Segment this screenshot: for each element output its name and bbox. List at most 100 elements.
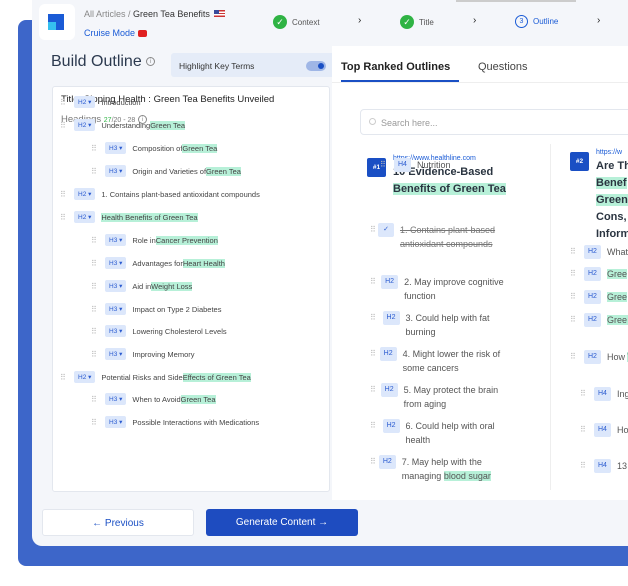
drag-handle-icon[interactable]: ⠿ [91, 350, 105, 359]
tab-questions[interactable]: Questions [478, 61, 528, 73]
drag-handle-icon[interactable]: ⠿ [91, 282, 105, 291]
heading-text[interactable]: When to Avoid [132, 395, 180, 404]
drag-handle-icon[interactable]: ⠿ [91, 144, 105, 153]
heading-text[interactable]: Role in [132, 236, 155, 245]
drag-handle-icon[interactable]: ⠿ [570, 313, 584, 327]
heading-row[interactable]: ⠿ H2 ▾ Potential Risks and Side Effects of… [60, 371, 251, 383]
heading-level-dropdown[interactable]: H3 ▾ [105, 416, 127, 428]
highlight-key-terms-toggle[interactable]: Highlight Key Terms [171, 53, 336, 77]
step-title[interactable]: ✓ Title [400, 15, 434, 29]
drag-handle-icon[interactable]: ⠿ [570, 267, 584, 281]
heading-text[interactable]: Lowering Cholesterol Levels [132, 327, 226, 336]
outline-item[interactable]: ⠿ H2 2. May improve cognitive function [370, 275, 510, 303]
drag-handle-icon[interactable]: ⠿ [91, 305, 105, 314]
toggle-switch[interactable] [306, 61, 326, 71]
drag-handle-icon[interactable]: ⠿ [370, 275, 381, 303]
heading-row[interactable]: ⠿ H2 ▾ Understanding Green Tea [60, 119, 186, 131]
heading-row[interactable]: ⠿ H3 ▾ Lowering Cholesterol Levels [91, 325, 227, 337]
heading-text[interactable]: Origin and Varieties of [132, 167, 206, 176]
heading-row[interactable]: ⠿ H3 ▾ Composition of Green Tea [91, 142, 218, 154]
heading-level-dropdown[interactable]: H3 ▾ [105, 325, 127, 337]
source-url[interactable]: https://w [596, 149, 622, 156]
heading-text[interactable]: Heart Health [182, 258, 225, 268]
added-check-icon[interactable]: ✓ [378, 223, 394, 237]
drag-handle-icon[interactable]: ⠿ [580, 459, 594, 473]
search-input[interactable]: Search here... [360, 109, 628, 135]
drag-handle-icon[interactable]: ⠿ [91, 167, 105, 176]
outline-item[interactable]: ⠿ H2 Gree [570, 290, 628, 304]
outline-item[interactable]: ⠿ H2 What [570, 245, 628, 259]
heading-text[interactable]: Green Tea [182, 143, 218, 153]
heading-text[interactable]: Composition of [132, 144, 182, 153]
heading-level-dropdown[interactable]: H2 ▾ [74, 211, 96, 223]
heading-text[interactable]: Aid in [132, 282, 151, 291]
heading-level-dropdown[interactable]: H2 ▾ [74, 119, 96, 131]
heading-text[interactable]: Green Tea [150, 120, 186, 130]
heading-row[interactable]: ⠿ H3 ▾ Role in Cancer Prevention [91, 234, 218, 246]
heading-text[interactable]: Green Tea [206, 166, 241, 176]
drag-handle-icon[interactable]: ⠿ [60, 121, 74, 130]
drag-handle-icon[interactable]: ⠿ [60, 213, 74, 222]
drag-handle-icon[interactable]: ⠿ [91, 418, 105, 427]
drag-handle-icon[interactable]: ⠿ [370, 223, 378, 251]
drag-handle-icon[interactable]: ⠿ [60, 98, 74, 107]
outline-item[interactable]: ⠿ H2 7. May help with the managing blood s… [370, 455, 510, 483]
heading-text[interactable]: Weight Loss [151, 281, 193, 291]
generate-content-button[interactable]: Generate Content → [206, 509, 358, 536]
heading-row[interactable]: ⠿ H3 ▾ Origin and Varieties of Green Tea [91, 165, 241, 177]
heading-row[interactable]: ⠿ H2 ▾ 1. Contains plant-based antioxidant… [60, 188, 260, 200]
heading-text[interactable]: Green Tea [180, 394, 216, 404]
breadcrumb-root[interactable]: All Articles / [84, 9, 131, 19]
heading-level-dropdown[interactable]: H3 ▾ [105, 142, 127, 154]
heading-level-dropdown[interactable]: H3 ▾ [105, 257, 127, 269]
drag-handle-icon[interactable]: ⠿ [91, 327, 105, 336]
heading-level-dropdown[interactable]: H3 ▾ [105, 280, 127, 292]
heading-level-dropdown[interactable]: H3 ▾ [105, 348, 127, 360]
heading-level-dropdown[interactable]: H2 ▾ [74, 96, 96, 108]
drag-handle-icon[interactable]: ⠿ [370, 347, 380, 375]
drag-handle-icon[interactable]: ⠿ [580, 423, 594, 437]
drag-handle-icon[interactable]: ⠿ [570, 290, 584, 304]
outline-item[interactable]: ⠿H2 How Tea [570, 350, 628, 364]
previous-button[interactable]: ← Previous [42, 509, 194, 536]
step-outline[interactable]: 3 Outline [515, 15, 558, 28]
heading-level-dropdown[interactable]: H3 ▾ [105, 393, 127, 405]
outline-item[interactable]: ⠿ H4 Nutrition [380, 158, 520, 172]
cruise-mode-link[interactable]: Cruise Mode [84, 28, 148, 38]
outline-item[interactable]: ⠿H4 Ho Sa [580, 423, 628, 437]
drag-handle-icon[interactable]: ⠿ [370, 419, 383, 447]
heading-row[interactable]: ⠿ H3 ▾ Advantages for Heart Health [91, 257, 225, 269]
outline-item[interactable]: ⠿ H2 Gree [570, 267, 628, 281]
app-logo[interactable] [39, 4, 75, 40]
heading-level-dropdown[interactable]: H3 ▾ [105, 303, 127, 315]
drag-handle-icon[interactable]: ⠿ [91, 259, 105, 268]
heading-level-dropdown[interactable]: H2 ▾ [74, 371, 96, 383]
heading-row[interactable]: ⠿ H3 ▾ When to Avoid Green Tea [91, 393, 216, 405]
heading-text[interactable]: Possible Interactions with Medications [132, 418, 259, 427]
drag-handle-icon[interactable]: ⠿ [370, 383, 381, 411]
heading-level-dropdown[interactable]: H3 ▾ [105, 165, 127, 177]
drag-handle-icon[interactable]: ⠿ [370, 311, 383, 339]
drag-handle-icon[interactable]: ⠿ [60, 373, 74, 382]
heading-text[interactable]: Cancer Prevention [155, 235, 218, 245]
drag-handle-icon[interactable]: ⠿ [91, 236, 105, 245]
heading-text[interactable]: Impact on Type 2 Diabetes [132, 305, 221, 314]
outline-item[interactable]: ⠿ H2 4. Might lower the risk of some cance… [370, 347, 510, 375]
heading-level-dropdown[interactable]: H2 ▾ [74, 188, 96, 200]
outline-item[interactable]: ⠿ H2 5. May protect the brain from aging [370, 383, 510, 411]
heading-row[interactable]: ⠿ H3 ▾ Improving Memory [91, 348, 195, 360]
outline-item[interactable]: ⠿H2 Gree Effec [570, 313, 628, 327]
heading-text[interactable]: Effects of Green Tea [182, 372, 251, 382]
drag-handle-icon[interactable]: ⠿ [580, 387, 594, 401]
outline-item[interactable]: ⠿ H2 3. Could help with fat burning [370, 311, 510, 339]
heading-text[interactable]: Potential Risks and Side [101, 373, 182, 382]
heading-row[interactable]: ⠿ H2 ▾ Health Benefits of Green Tea [60, 211, 198, 223]
heading-text[interactable]: Improving Memory [132, 350, 194, 359]
heading-text[interactable]: Understanding [101, 121, 150, 130]
drag-handle-icon[interactable]: ⠿ [370, 455, 379, 483]
outline-item[interactable]: ⠿H4 Ing Fa [580, 387, 628, 401]
heading-row[interactable]: ⠿ H3 ▾ Aid in Weight Loss [91, 280, 193, 292]
drag-handle-icon[interactable]: ⠿ [570, 350, 584, 364]
heading-row[interactable]: ⠿ H2 ▾ Introduction [60, 96, 141, 108]
drag-handle-icon[interactable]: ⠿ [380, 158, 394, 172]
